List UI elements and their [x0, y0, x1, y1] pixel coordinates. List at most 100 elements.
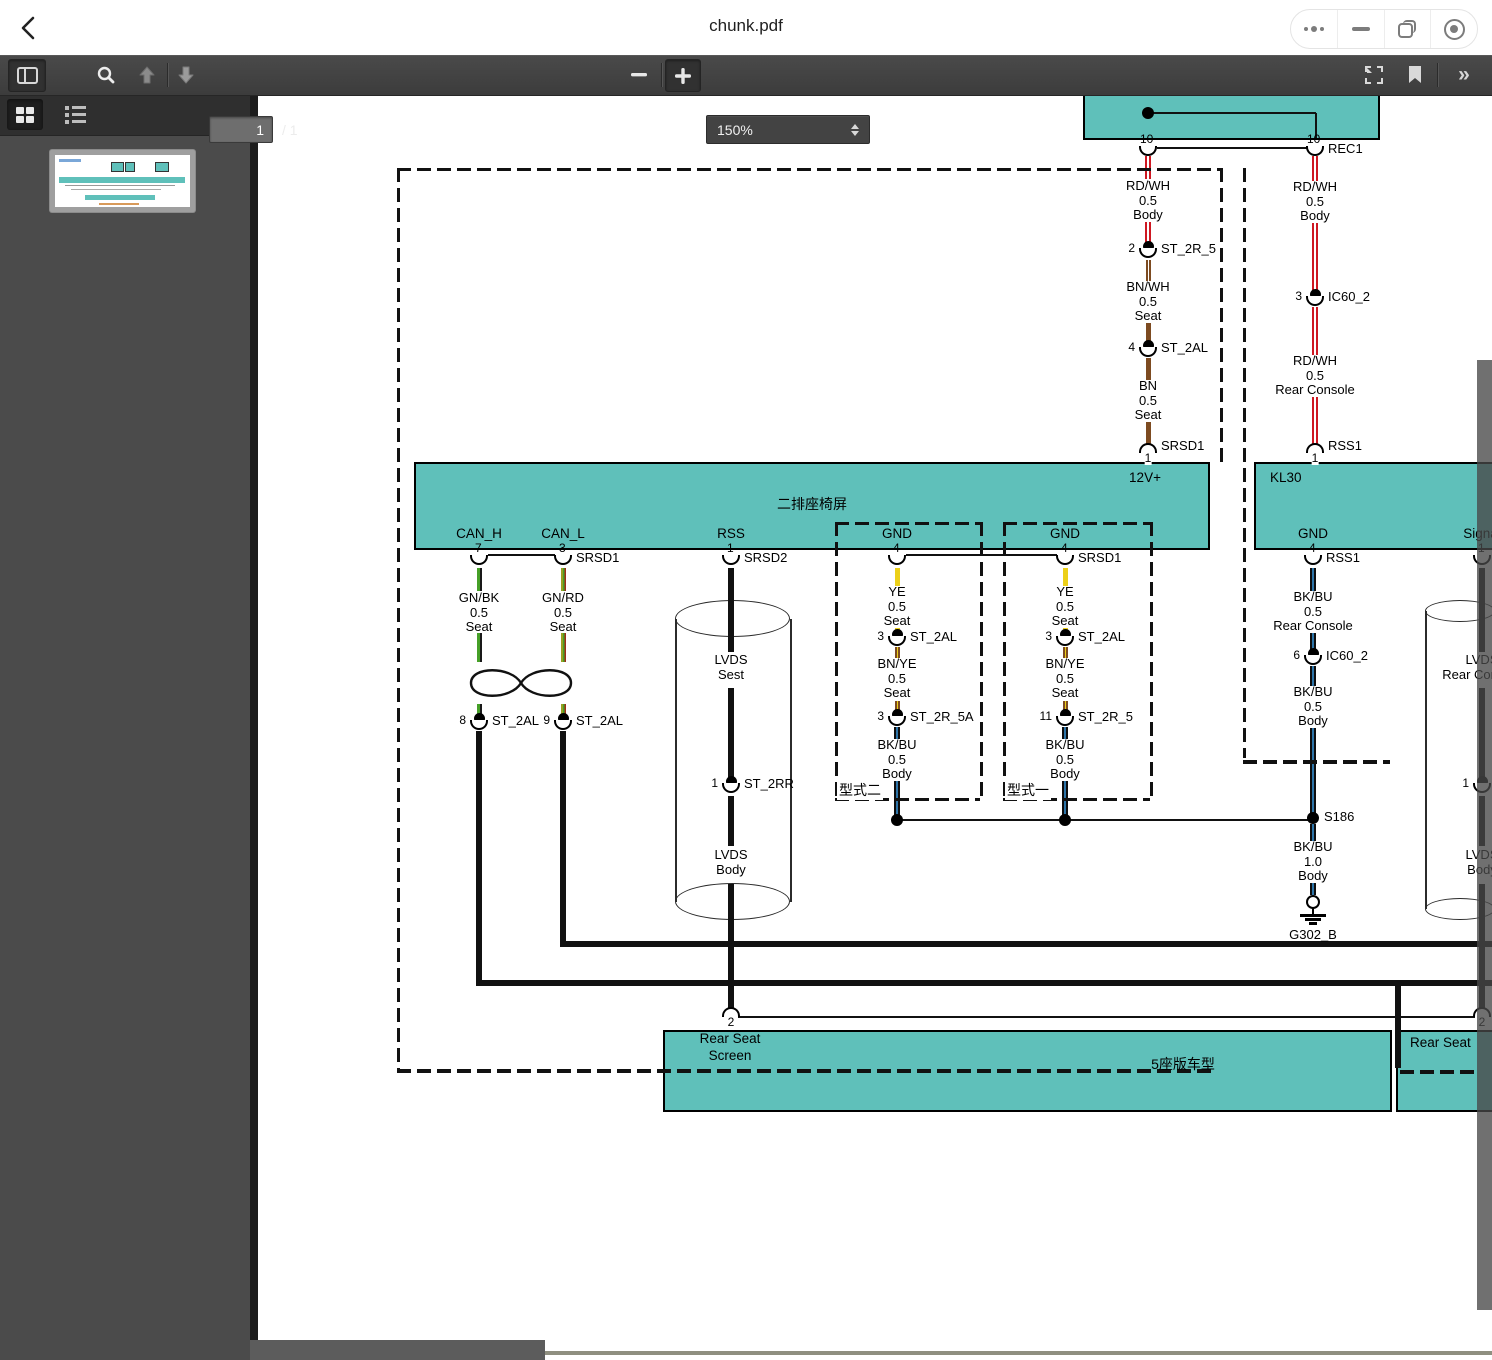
connector-arc [1139, 248, 1157, 258]
connector-number: 3 [851, 629, 884, 643]
pin-arc [1139, 146, 1157, 156]
block-label: CAN_L [541, 526, 585, 541]
variant-label: 型式一 [1005, 780, 1051, 800]
wire-label: RD/WH0.5Body [1078, 179, 1218, 223]
minimize-button[interactable] [1337, 10, 1384, 48]
pin-arc [470, 555, 488, 565]
block-label: RSS [717, 526, 745, 541]
wire-line [476, 980, 1492, 986]
sidebar [0, 95, 250, 1360]
next-page-button[interactable] [170, 59, 202, 90]
wire-segment [1146, 358, 1151, 380]
zoom-in-button[interactable] [665, 59, 701, 92]
wire-label: RD/WH0.5Rear Console [1245, 354, 1385, 398]
wire-line [1395, 983, 1401, 1068]
wire-segment [561, 633, 566, 662]
pin-number: 10 [1140, 132, 1153, 146]
component-block [1083, 95, 1380, 140]
sidebar-toggle-button[interactable] [8, 59, 46, 92]
page-thumbnail[interactable] [50, 150, 195, 212]
minimize-icon [1352, 27, 1370, 31]
connector-label: RSS1 [1326, 550, 1360, 565]
sidebar-toggle-icon [17, 67, 38, 84]
outline-view-button[interactable] [57, 99, 93, 130]
connector-label: IC60_2 [1328, 289, 1370, 304]
wire-segment [560, 731, 566, 947]
wire-segment [1312, 307, 1318, 355]
block-label: CAN_H [456, 526, 502, 541]
connector-number: 1 [1436, 776, 1469, 790]
vertical-scrollbar[interactable] [1477, 360, 1492, 1310]
connector-number: 3 [1019, 629, 1052, 643]
wire-segment [728, 796, 734, 846]
junction-dot [891, 814, 903, 826]
block-label: GND [1050, 526, 1080, 541]
junction-dot [1059, 814, 1071, 826]
dashed-border [1150, 522, 1153, 800]
page-number-input[interactable] [209, 116, 273, 143]
bookmark-button[interactable] [1398, 59, 1432, 90]
pin-arc [1304, 555, 1322, 565]
dashed-border [980, 522, 983, 800]
zoom-out-button[interactable] [622, 59, 656, 90]
wire-line [897, 819, 1313, 821]
twisted-pair-symbol [459, 660, 583, 711]
variant-label: 型式二 [837, 780, 883, 800]
pin-number: 4 [893, 541, 900, 555]
more-icon [1304, 26, 1324, 32]
connector-label: SRSD2 [744, 550, 787, 565]
tools-menu-button[interactable]: » [1443, 59, 1483, 90]
app-header: chunk.pdf [0, 0, 1492, 55]
thumbnails-view-button[interactable] [7, 99, 43, 130]
pin-arc [554, 555, 572, 565]
dashed-border [397, 1069, 1216, 1073]
sidebar-resizer[interactable] [250, 95, 258, 1360]
connector-label: SRSD1 [576, 550, 619, 565]
page-down-icon [176, 66, 196, 84]
dashed-border [835, 522, 980, 525]
pin-arc [722, 555, 740, 565]
ground-symbol [1300, 914, 1326, 917]
wire-segment [728, 688, 734, 779]
block-label: 5座版车型 [1151, 1057, 1215, 1072]
record-button[interactable] [1430, 10, 1477, 48]
pdf-toolbar: / 1 150% » [0, 55, 1492, 96]
wire-segment [476, 731, 482, 986]
horizontal-scrollbar[interactable] [250, 1340, 545, 1360]
more-button[interactable] [1291, 10, 1337, 48]
connector-arc [1304, 655, 1322, 665]
restore-button[interactable] [1384, 10, 1431, 48]
zoom-level-value: 150% [717, 122, 753, 138]
pin-arc [888, 555, 906, 565]
block-label: 二排座椅屏 [777, 497, 847, 512]
junction-label: S186 [1324, 809, 1354, 824]
wire-label: RD/WH0.5Body [1245, 180, 1385, 224]
wiring-diagram: 12V+二排座椅屏CAN_HCAN_LRSSGNDGNDKL30GNDSigna… [258, 95, 1492, 1360]
search-button[interactable] [90, 59, 122, 90]
wire-label: BK/BU1.0Body [1243, 840, 1383, 884]
wire-segment [728, 568, 734, 652]
pin-number: 1 [727, 541, 734, 555]
wire-segment [728, 884, 734, 1008]
connector-label: ST_2AL [1078, 629, 1125, 644]
connector-arc [1056, 716, 1074, 726]
wire-segment [1310, 883, 1316, 895]
wire-label: GN/RD0.5Seat [493, 591, 633, 635]
pin-arc [1306, 146, 1324, 156]
document-title: chunk.pdf [0, 16, 1492, 36]
wire-label: BN0.5Seat [1078, 379, 1218, 423]
connector-label: ST_2R_5A [910, 709, 974, 724]
zoom-select[interactable]: 150% [706, 115, 870, 144]
connector-arc [888, 716, 906, 726]
tools-menu-icon: » [1458, 63, 1468, 87]
wire-line [1157, 147, 1307, 149]
ground-symbol [1306, 895, 1320, 909]
thumbnails-view-icon [16, 107, 34, 123]
restore-icon [1398, 20, 1416, 38]
connector-label: ST_2AL [576, 713, 623, 728]
block-label: GND [882, 526, 912, 541]
previous-page-button[interactable] [131, 59, 163, 90]
presentation-mode-button[interactable] [1356, 59, 1392, 90]
dashed-border [1243, 760, 1390, 764]
connector-arc [1056, 636, 1074, 646]
